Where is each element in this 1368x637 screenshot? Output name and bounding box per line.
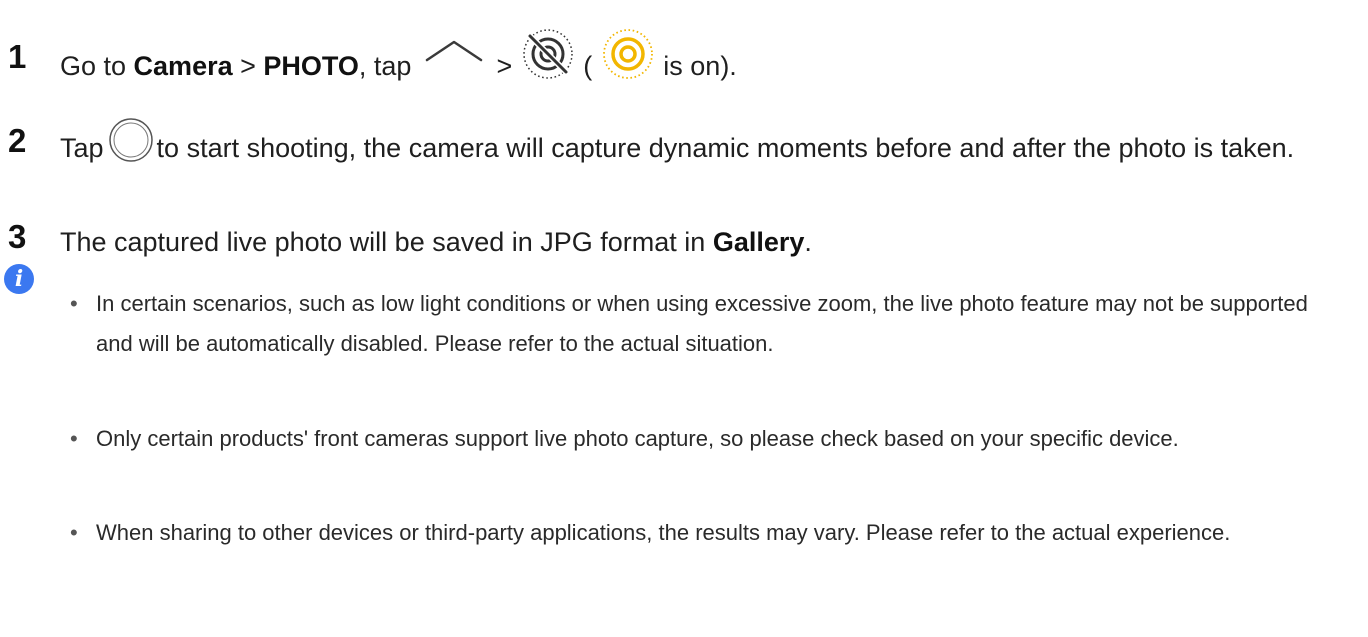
live-photo-off-icon — [520, 26, 576, 82]
note-item: • Only certain products' front cameras s… — [70, 419, 1344, 459]
live-photo-on-icon — [600, 26, 656, 82]
bullet: • — [70, 291, 78, 316]
note-item: • In certain scenarios, such as low ligh… — [70, 284, 1344, 364]
step-number: 1 — [8, 38, 27, 75]
bullet: • — [70, 520, 78, 545]
bullet: • — [70, 426, 78, 451]
step-text: Go to Camera > PHOTO, tap > (is on). — [60, 29, 1350, 96]
info-icon: i — [4, 264, 34, 294]
step-text: Tap to start shooting, the camera will c… — [60, 118, 1350, 174]
photo-mode-label: PHOTO — [263, 51, 359, 82]
chevron-up-icon — [419, 34, 489, 74]
gallery-app-label: Gallery — [712, 227, 805, 257]
step-number: 3 — [8, 218, 27, 255]
shutter-button-icon — [107, 116, 155, 164]
camera-app-label: Camera — [133, 51, 233, 82]
step-text: The captured live photo will be saved in… — [60, 227, 812, 257]
step-number: 2 — [8, 122, 27, 159]
note-item: • When sharing to other devices or third… — [70, 513, 1344, 553]
